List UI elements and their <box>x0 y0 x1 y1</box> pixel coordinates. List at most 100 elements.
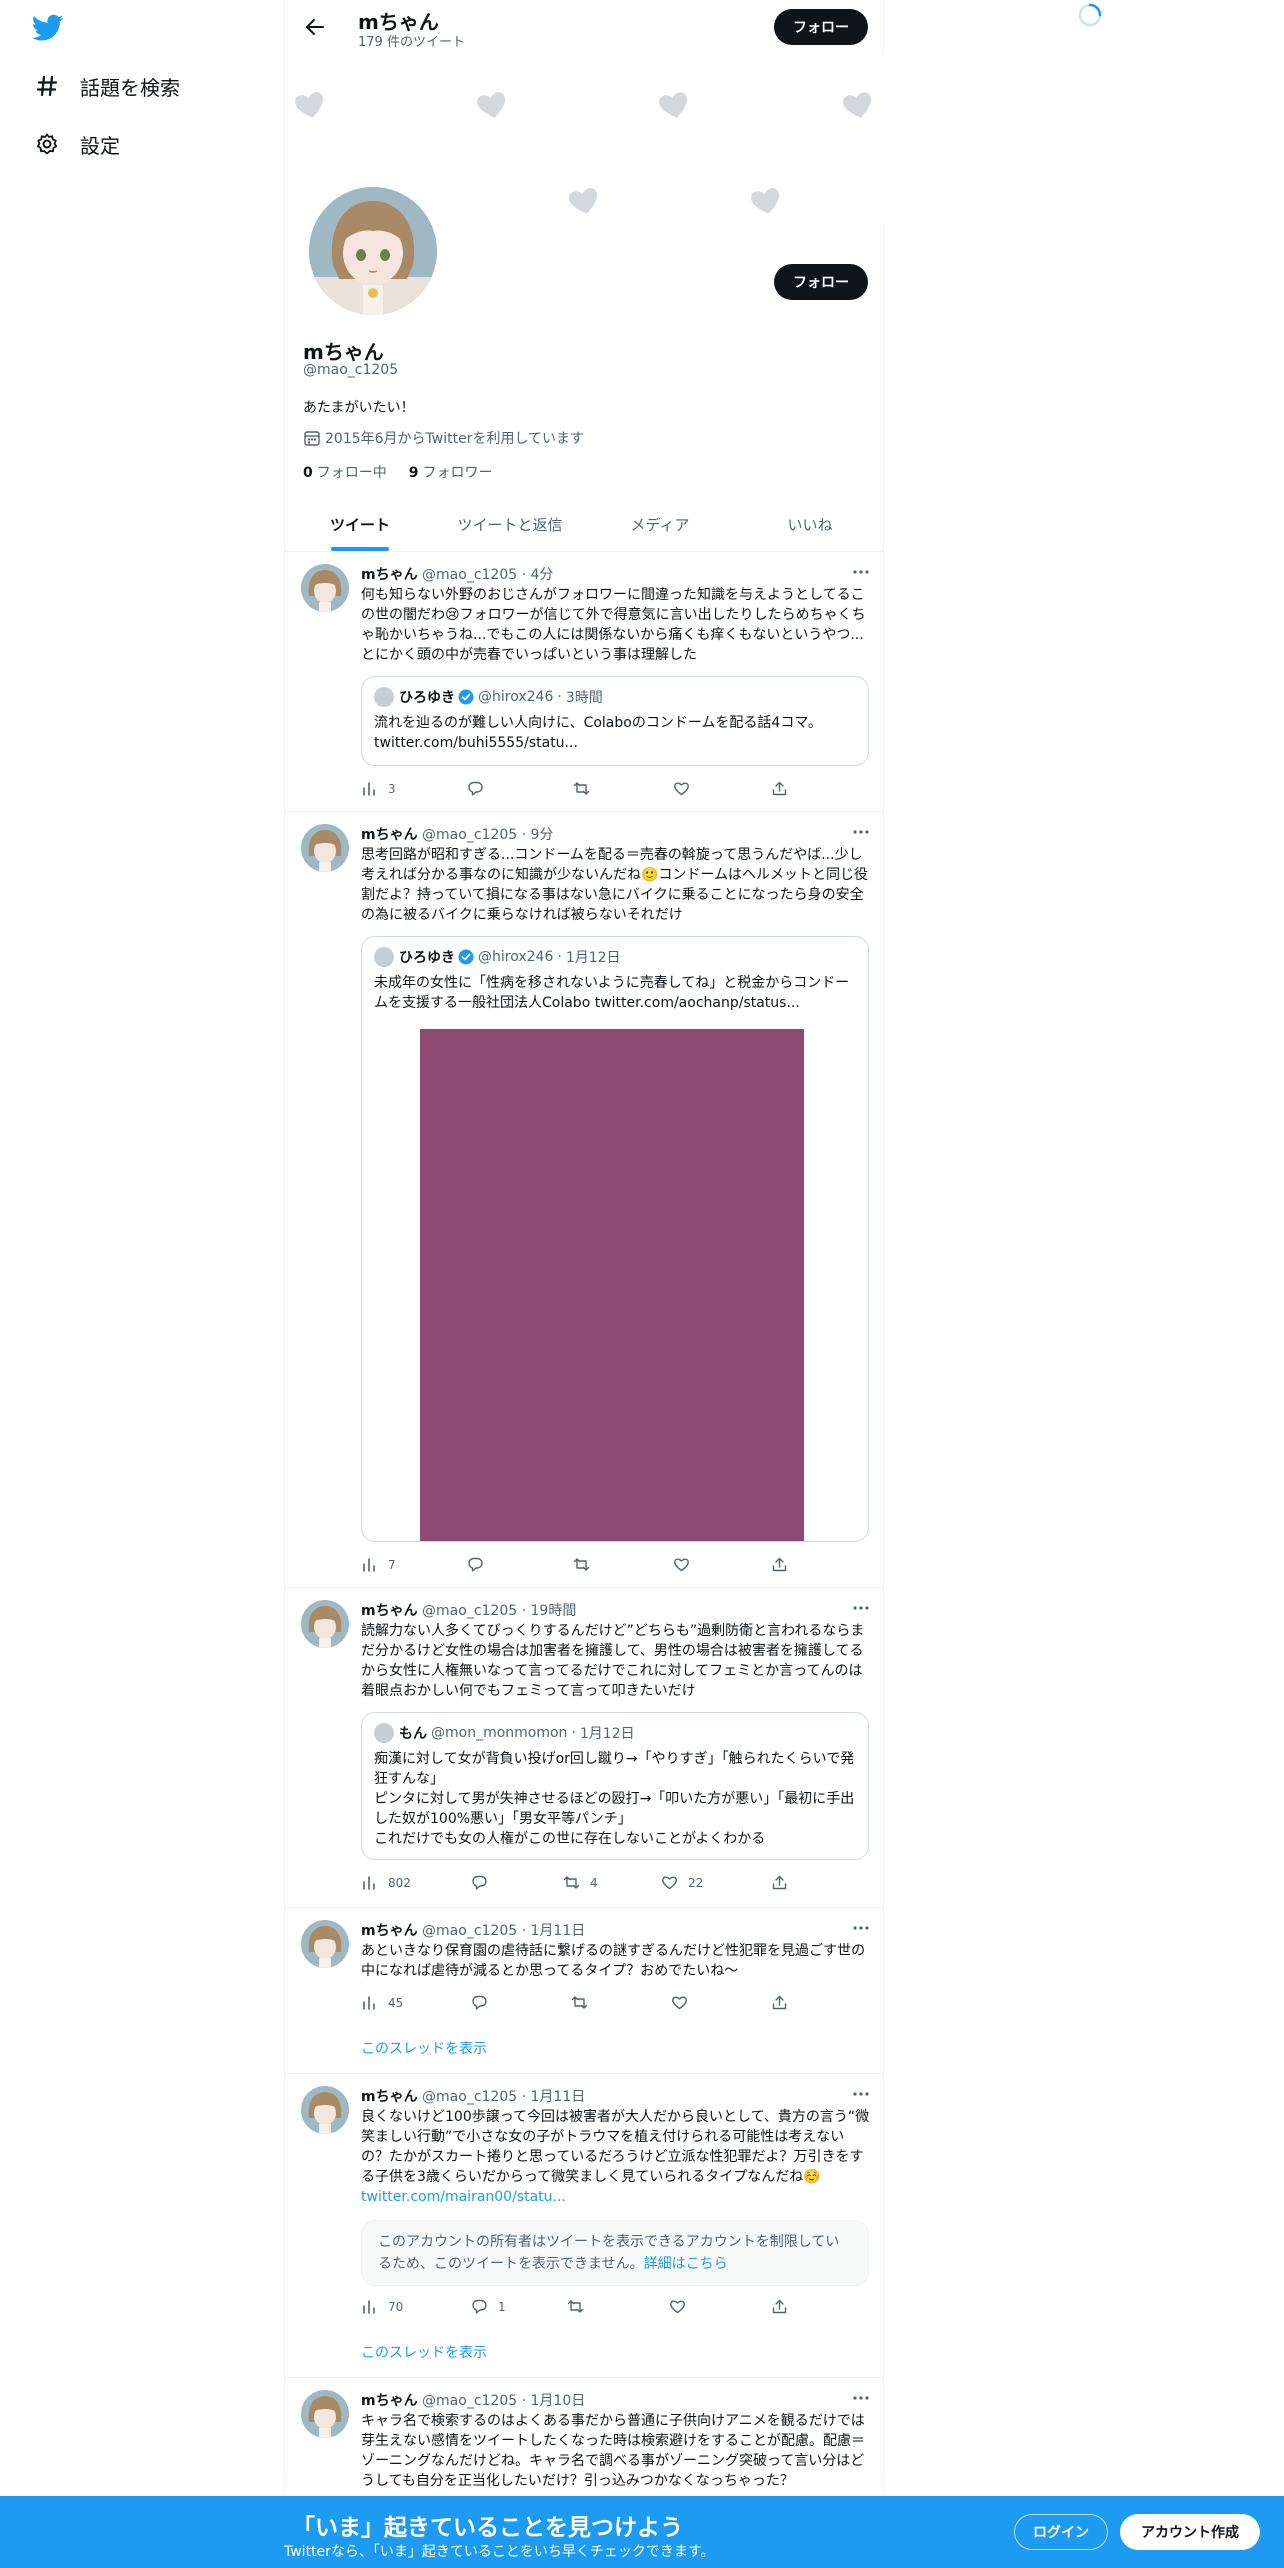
tweet-time[interactable]: 4分 <box>531 567 554 583</box>
tweet-header: mちゃん @mao_c1205 · 1月11日 <box>361 2089 586 2105</box>
tweet-time[interactable]: 1月11日 <box>531 1923 586 1939</box>
heart-pattern-icon <box>659 92 688 118</box>
tweet[interactable]: mちゃん @mao_c1205 · 1月11日 あといきなり保育園の虐待話に繋げ… <box>285 1908 885 2074</box>
tweet-avatar[interactable] <box>301 1920 349 1968</box>
more-options-icon[interactable] <box>851 2390 871 2406</box>
tweet-author-name[interactable]: mちゃん <box>361 1603 418 1619</box>
reply-button[interactable] <box>471 1994 498 2011</box>
retweet-button[interactable] <box>573 1556 600 1573</box>
quoted-tweet[interactable]: ひろゆき @hirox246 · 3時間 流れを辿るのが難しい人向けに、Colaboの… <box>361 676 869 766</box>
tweet-author-name[interactable]: mちゃん <box>361 2089 418 2105</box>
tweet[interactable]: mちゃん @mao_c1205 · 19時間 読解力ない人多くてびっくりするんだ… <box>285 1588 885 1908</box>
views-button[interactable]: 70 <box>361 2298 403 2315</box>
share-button[interactable] <box>771 2298 788 2315</box>
quoted-time: 1月12日 <box>579 1726 635 1742</box>
share-button[interactable] <box>771 1556 788 1573</box>
twitter-logo-icon[interactable] <box>32 14 64 42</box>
views-button[interactable]: 3 <box>361 780 396 797</box>
tweet-time[interactable]: 19時間 <box>531 1603 577 1619</box>
tab-tweets-and-replies[interactable]: ツイートと返信 <box>435 498 585 551</box>
show-thread-link[interactable]: このスレッドを表示 <box>361 2038 487 2058</box>
reply-button[interactable] <box>467 780 494 797</box>
tweet-author-name[interactable]: mちゃん <box>361 2393 418 2409</box>
tweet-avatar[interactable] <box>301 2086 349 2134</box>
like-button[interactable] <box>673 1556 700 1573</box>
like-button[interactable] <box>673 780 700 797</box>
share-button[interactable] <box>771 1874 788 1891</box>
tweet-avatar[interactable] <box>301 2390 349 2438</box>
back-arrow-icon[interactable] <box>299 12 331 42</box>
retweet-button[interactable]: 4 <box>563 1874 598 1891</box>
nav-settings[interactable]: 設定 <box>34 124 120 164</box>
more-options-icon[interactable] <box>851 564 871 580</box>
quoted-author-name: ひろゆき <box>399 950 455 966</box>
restricted-tweet-notice: このアカウントの所有者はツイートを表示できるアカウントを制限しているため、このツ… <box>361 2220 869 2286</box>
following-link[interactable]: 0 フォロー中 <box>303 462 387 482</box>
like-button[interactable] <box>671 1994 698 2011</box>
tweet-author-handle: @mao_c1205 <box>422 827 518 843</box>
more-options-icon[interactable] <box>851 2086 871 2102</box>
tweet-author-handle: @mao_c1205 <box>422 2089 518 2105</box>
learn-more-link[interactable]: 詳細はこちら <box>644 2256 728 2272</box>
retweet-button[interactable] <box>567 2298 594 2315</box>
profile-follow-button[interactable]: フォロー <box>774 264 868 300</box>
tab-label: いいね <box>787 516 833 534</box>
heart-pattern-icon <box>569 188 598 214</box>
like-button[interactable] <box>669 2298 696 2315</box>
reply-button[interactable] <box>467 1556 494 1573</box>
share-button[interactable] <box>771 1994 788 2011</box>
views-button[interactable]: 45 <box>361 1994 403 2011</box>
more-options-icon[interactable] <box>851 1600 871 1616</box>
quoted-tweet[interactable]: ひろゆき @hirox246 · 1月12日 未成年の女性に「性病を移されないように売… <box>361 936 869 1542</box>
tweet-link[interactable]: twitter.com/mairan00/statu... <box>361 2189 566 2205</box>
create-account-button[interactable]: アカウント作成 <box>1120 2514 1260 2550</box>
reply-icon <box>472 2299 487 2314</box>
tweet-avatar[interactable] <box>301 1600 349 1648</box>
tweet[interactable]: mちゃん @mao_c1205 · 4分 何も知らない外野のおじさんがフォロワー… <box>285 552 885 812</box>
tab-media[interactable]: メディア <box>585 498 735 551</box>
login-button[interactable]: ログイン <box>1014 2514 1108 2550</box>
signup-prompt-title: 「いま」起きていることを見つけよう <box>292 2515 683 2541</box>
nav-explore[interactable]: 話題を検索 <box>34 66 180 106</box>
tweet-actions: 802 4 22 <box>361 1874 791 1894</box>
profile-avatar[interactable] <box>305 183 441 319</box>
tweet-author-name[interactable]: mちゃん <box>361 567 418 583</box>
quoted-avatar <box>374 947 394 967</box>
tweet-actions: 45 <box>361 1994 791 2014</box>
more-options-icon[interactable] <box>851 1920 871 1936</box>
tweet-avatar[interactable] <box>301 824 349 872</box>
tweet-author-name[interactable]: mちゃん <box>361 1923 418 1939</box>
share-button[interactable] <box>771 780 788 797</box>
tweet-time[interactable]: 9分 <box>531 827 554 843</box>
retweet-count: 4 <box>590 1875 598 1890</box>
reply-button[interactable] <box>471 1874 498 1891</box>
tweet-author-name[interactable]: mちゃん <box>361 827 418 843</box>
retweet-button[interactable] <box>573 780 600 797</box>
nav-explore-label: 話題を検索 <box>80 75 180 100</box>
tweet[interactable]: mちゃん @mao_c1205 · 1月11日 良くないけど100歩譲って今回は… <box>285 2074 885 2378</box>
views-button[interactable]: 802 <box>361 1874 411 1891</box>
quoted-author-name: もん <box>399 1726 427 1742</box>
views-button[interactable]: 7 <box>361 1556 396 1573</box>
tweet-time[interactable]: 1月11日 <box>531 2089 586 2105</box>
profile-tabs: ツイート ツイートと返信 メディア いいね <box>285 498 885 552</box>
quoted-tweet[interactable]: もん @mon_monmomon · 1月12日 痴漢に対して女が背負い投げor回し蹴… <box>361 1712 869 1860</box>
tweet-time[interactable]: 1月10日 <box>531 2393 586 2409</box>
header-follow-button[interactable]: フォロー <box>774 9 868 45</box>
tab-likes[interactable]: いいね <box>735 498 885 551</box>
reply-button[interactable]: 1 <box>471 2298 506 2315</box>
retweet-button[interactable] <box>571 1994 598 2011</box>
show-thread-link[interactable]: このスレッドを表示 <box>361 2342 487 2362</box>
tweet[interactable]: mちゃん @mao_c1205 · 9分 思考回路が昭和すぎる...コンドームを… <box>285 812 885 1588</box>
tab-tweets[interactable]: ツイート <box>285 498 435 551</box>
tweet-avatar[interactable] <box>301 564 349 612</box>
share-icon <box>772 1875 787 1890</box>
tweet-author-handle: @mao_c1205 <box>422 1603 518 1619</box>
quoted-media-image[interactable] <box>420 1029 804 1541</box>
share-icon <box>772 1995 787 2010</box>
like-button[interactable]: 22 <box>661 1874 703 1891</box>
more-options-icon[interactable] <box>851 824 871 840</box>
gear-icon <box>34 131 60 157</box>
followers-link[interactable]: 9 フォロワー <box>409 462 493 482</box>
reply-icon <box>472 1995 487 2010</box>
